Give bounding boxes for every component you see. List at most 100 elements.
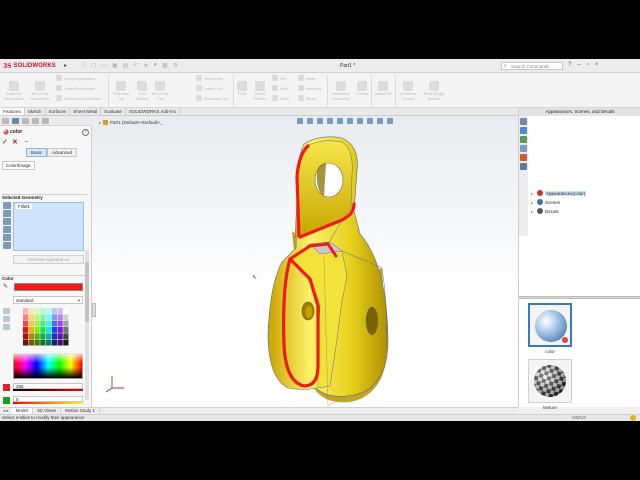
open-icon[interactable]: ▭ xyxy=(101,62,107,69)
palette-swatch[interactable] xyxy=(40,339,46,346)
instant3d-button[interactable]: Instant3D xyxy=(373,81,393,97)
help-icon[interactable]: ? xyxy=(82,129,89,136)
clear-filter-icon[interactable] xyxy=(3,242,11,249)
palette-swatch[interactable] xyxy=(57,308,63,314)
palette-swatch[interactable] xyxy=(51,339,57,346)
dimxpert-icon[interactable] xyxy=(32,118,39,124)
file-explorer-icon[interactable] xyxy=(520,136,527,143)
reference-geometry-button[interactable]: Reference Geometry xyxy=(329,81,353,101)
body-filter-icon[interactable] xyxy=(3,226,11,233)
palette-swatch[interactable] xyxy=(34,327,40,333)
rib-button[interactable]: Rib xyxy=(272,75,286,81)
palette-swatch[interactable] xyxy=(57,327,63,333)
palette-swatch[interactable] xyxy=(28,314,34,321)
palette-swatch[interactable] xyxy=(23,314,29,321)
fillet-button[interactable]: Fillet xyxy=(235,81,249,97)
palette-swatch[interactable] xyxy=(40,320,46,327)
palette-swatch[interactable] xyxy=(34,339,40,346)
swept-boss-button[interactable]: Swept Boss/Base xyxy=(56,75,95,81)
red-slider[interactable] xyxy=(13,389,83,391)
clevis-body[interactable] xyxy=(267,136,389,407)
panel-scrollbar[interactable] xyxy=(85,250,89,400)
unit-system[interactable]: MMGS xyxy=(572,415,586,421)
palette-swatch[interactable] xyxy=(63,327,69,333)
ok-checkmark-icon[interactable]: ✓ xyxy=(2,138,8,146)
palette-swatch[interactable] xyxy=(63,339,69,346)
expand-arrow-icon[interactable]: ▸ xyxy=(531,200,535,205)
minimize-icon[interactable]: – xyxy=(577,62,580,68)
boundary-cut-button[interactable]: Boundary Cut xyxy=(196,95,228,101)
palette-swatch[interactable] xyxy=(23,327,29,333)
palette-swatch[interactable] xyxy=(40,308,46,314)
tab-sheet-metal[interactable]: Sheet Metal xyxy=(70,108,102,115)
view-palette-icon[interactable] xyxy=(520,145,527,152)
configuration-manager-icon[interactable] xyxy=(22,118,29,124)
expand-arrow-icon[interactable]: ▸ xyxy=(531,209,535,214)
select-icon[interactable]: ➤ xyxy=(143,62,148,69)
palette-swatch[interactable] xyxy=(57,333,63,340)
save-swatch-icon[interactable] xyxy=(3,316,10,322)
palette-swatch[interactable] xyxy=(57,320,63,327)
shell-button[interactable]: Shell xyxy=(272,95,289,101)
mirror-button[interactable]: Mirror xyxy=(298,95,316,101)
swept-cut-button[interactable]: Swept Cut xyxy=(196,75,222,81)
palette-swatch[interactable] xyxy=(34,320,40,327)
pin-icon[interactable]: ⊸ xyxy=(24,139,28,145)
wrap-button[interactable]: Wrap xyxy=(298,75,315,81)
boundary-boss-button[interactable]: Boundary Boss/Base xyxy=(56,95,101,101)
color-image-tab[interactable]: Color/Image xyxy=(2,161,35,170)
feature-manager-icon[interactable] xyxy=(2,118,9,124)
solidworks-logo[interactable]: 3S SOLIDWORKS xyxy=(3,61,65,71)
new-icon[interactable]: ▢ xyxy=(91,62,97,69)
add-swatch-icon[interactable] xyxy=(3,308,10,314)
tree-item-appearances[interactable]: ▸ Appearances(color) xyxy=(531,190,587,196)
palette-swatch[interactable] xyxy=(63,333,69,340)
lofted-boss-button[interactable]: Lofted Boss/Base xyxy=(56,85,95,91)
palette-swatch[interactable] xyxy=(57,339,63,346)
close-icon[interactable]: × xyxy=(595,62,599,68)
curves-button[interactable]: Curves xyxy=(354,81,370,97)
draft-button[interactable]: Draft xyxy=(272,85,289,91)
tab-features[interactable]: Features xyxy=(0,108,25,115)
expand-arrow-icon[interactable]: ▸ xyxy=(531,191,535,196)
palette-swatch[interactable] xyxy=(63,320,69,327)
palette-swatch[interactable] xyxy=(57,314,63,321)
file-properties-icon[interactable]: ▦ xyxy=(162,62,168,69)
home-icon[interactable]: ⌂ xyxy=(82,62,86,69)
list-item[interactable]: Fillet1 xyxy=(16,204,33,209)
palette-swatch[interactable] xyxy=(40,314,46,321)
tab-advanced[interactable]: Advanced xyxy=(47,148,78,157)
current-color-swatch[interactable] xyxy=(14,283,83,291)
linear-pattern-button[interactable]: Linear Pattern xyxy=(250,81,270,101)
feature-filter-icon[interactable] xyxy=(3,234,11,241)
palette-select[interactable]: standard ▾ xyxy=(13,296,83,304)
graphics-area[interactable]: ▸ Part1 (Default<<Default>_ ⇖ xyxy=(92,116,518,407)
scrollbar-thumb[interactable] xyxy=(85,262,89,322)
tab-surfaces[interactable]: Surfaces xyxy=(46,108,71,115)
palette-swatch[interactable] xyxy=(40,327,46,333)
palette-swatch[interactable] xyxy=(46,320,52,327)
eyedropper-icon[interactable]: ✎ xyxy=(3,283,8,290)
thread-button[interactable]: Contents Thread xyxy=(397,81,419,101)
selected-geometry-list[interactable]: Fillet1 xyxy=(13,202,84,251)
revolved-cut-button[interactable]: Revolved Cut xyxy=(151,81,169,101)
rebuild-status-icon[interactable] xyxy=(630,415,636,421)
tab-sketch[interactable]: Sketch xyxy=(25,108,46,115)
menu-expand-icon[interactable]: ▸ xyxy=(64,62,70,70)
palette-swatch[interactable] xyxy=(28,339,34,346)
revolved-boss-button[interactable]: Revolved Boss/Base xyxy=(28,81,52,101)
tree-item-decals[interactable]: ▸ Decals xyxy=(531,208,559,214)
property-manager-icon[interactable] xyxy=(12,118,19,124)
part-filter-icon[interactable] xyxy=(3,202,11,209)
options-icon[interactable]: ⚙ xyxy=(173,62,178,69)
save-icon[interactable]: ▣ xyxy=(112,62,118,69)
tab-addins[interactable]: SOLIDWORKS Add-Ins xyxy=(126,108,180,115)
intersect-button[interactable]: Intersect xyxy=(298,85,321,91)
print-icon[interactable]: ▤ xyxy=(123,62,129,69)
remove-appearance-button[interactable]: Remove Appearance xyxy=(13,255,84,264)
lofted-cut-button[interactable]: Lofted Cut xyxy=(196,85,222,91)
palette-swatch[interactable] xyxy=(63,314,69,321)
help-menu-icon[interactable]: ? xyxy=(568,62,571,68)
palette-swatch[interactable] xyxy=(46,314,52,321)
palette-swatch[interactable] xyxy=(51,320,57,327)
